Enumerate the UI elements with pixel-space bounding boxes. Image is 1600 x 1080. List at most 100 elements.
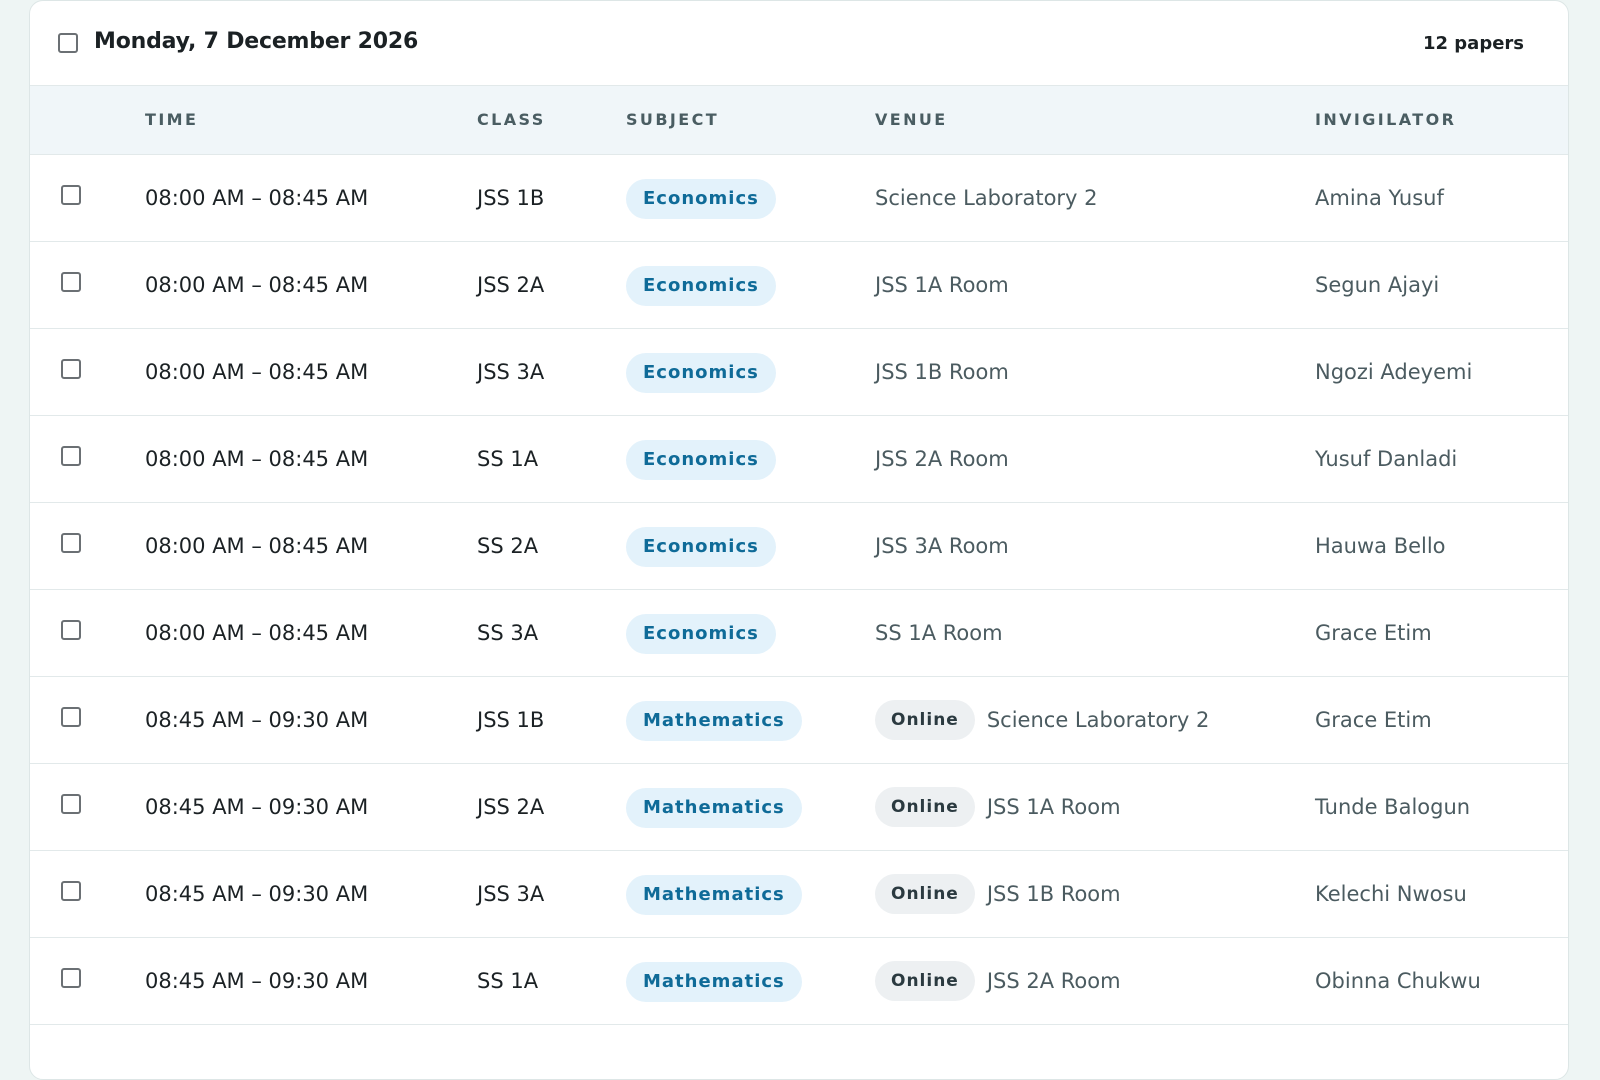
column-header-time[interactable]: TIME (145, 110, 198, 129)
row-venue: Online JSS 1B Room (875, 851, 1121, 937)
venue-name: JSS 1A Room (875, 273, 1009, 297)
row-invigilator: Amina Yusuf (1315, 186, 1444, 210)
row-time: 08:00 AM – 08:45 AM (145, 447, 369, 471)
row-class: JSS 2A (477, 795, 545, 819)
subject-badge: Mathematics (626, 701, 802, 741)
row-time: 08:00 AM – 08:45 AM (145, 360, 369, 384)
row-time: 08:00 AM – 08:45 AM (145, 621, 369, 645)
row-time: 08:00 AM – 08:45 AM (145, 534, 369, 558)
table-row[interactable]: 08:45 AM – 09:30 AM SS 1A Mathematics On… (30, 938, 1568, 1025)
venue-name: JSS 2A Room (986, 969, 1121, 993)
row-class: JSS 1B (477, 186, 545, 210)
table-row[interactable]: 08:00 AM – 08:45 AM JSS 1B Economics Sci… (30, 155, 1568, 242)
venue-name: Science Laboratory 2 (875, 186, 1098, 210)
day-title: Monday, 7 December 2026 (94, 29, 419, 54)
subject-badge: Economics (626, 614, 776, 654)
row-venue: SS 1A Room (875, 590, 1003, 676)
online-badge: Online (875, 787, 975, 827)
online-badge: Online (875, 700, 975, 740)
row-subject: Economics (626, 416, 776, 502)
column-header-venue[interactable]: VENUE (875, 110, 948, 129)
row-time: 08:45 AM – 09:30 AM (145, 708, 369, 732)
row-subject: Mathematics (626, 764, 802, 850)
table-row[interactable]: 08:00 AM – 08:45 AM JSS 2A Economics JSS… (30, 242, 1568, 329)
row-checkbox[interactable] (61, 968, 81, 988)
row-time: 08:00 AM – 08:45 AM (145, 186, 369, 210)
row-time: 08:45 AM – 09:30 AM (145, 969, 369, 993)
row-invigilator: Grace Etim (1315, 708, 1432, 732)
subject-badge: Economics (626, 440, 776, 480)
row-invigilator: Kelechi Nwosu (1315, 882, 1467, 906)
row-class: SS 3A (477, 621, 539, 645)
table-row[interactable]: 08:45 AM – 09:30 AM JSS 2A Mathematics O… (30, 764, 1568, 851)
row-invigilator: Obinna Chukwu (1315, 969, 1481, 993)
table-row[interactable]: 08:00 AM – 08:45 AM SS 1A Economics JSS … (30, 416, 1568, 503)
column-header-invigilator[interactable]: INVIGILATOR (1315, 110, 1456, 129)
venue-name: Science Laboratory 2 (986, 708, 1210, 732)
row-subject: Economics (626, 503, 776, 589)
row-venue: Online Science Laboratory 2 (875, 677, 1209, 763)
subject-badge: Economics (626, 266, 776, 306)
online-badge: Online (875, 961, 975, 1001)
row-class: JSS 3A (477, 882, 545, 906)
row-venue: Online JSS 2A Room (875, 938, 1121, 1024)
table-row[interactable]: 08:00 AM – 08:45 AM SS 3A Economics SS 1… (30, 590, 1568, 677)
row-checkbox[interactable] (61, 446, 81, 466)
row-checkbox[interactable] (61, 185, 81, 205)
row-venue: JSS 2A Room (875, 416, 1009, 502)
subject-badge: Mathematics (626, 875, 802, 915)
row-time: 08:45 AM – 09:30 AM (145, 882, 369, 906)
row-checkbox[interactable] (61, 620, 81, 640)
row-subject: Economics (626, 155, 776, 241)
row-checkbox[interactable] (61, 272, 81, 292)
row-venue: JSS 1B Room (875, 329, 1009, 415)
venue-name: JSS 3A Room (875, 534, 1009, 558)
row-checkbox[interactable] (61, 881, 81, 901)
table-row[interactable]: 08:00 AM – 08:45 AM SS 2A Economics JSS … (30, 503, 1568, 590)
day-header: Monday, 7 December 2026 12 papers (30, 1, 1568, 86)
subject-badge: Economics (626, 179, 776, 219)
row-venue: Online JSS 1A Room (875, 764, 1121, 850)
row-subject: Mathematics (626, 938, 802, 1024)
venue-name: JSS 1B Room (875, 360, 1009, 384)
row-subject: Economics (626, 329, 776, 415)
venue-name: SS 1A Room (875, 621, 1003, 645)
venue-name: JSS 2A Room (875, 447, 1009, 471)
venue-name: JSS 1A Room (986, 795, 1121, 819)
row-class: SS 2A (477, 534, 539, 558)
row-invigilator: Ngozi Adeyemi (1315, 360, 1473, 384)
select-day-checkbox[interactable] (58, 33, 78, 53)
table-row[interactable]: 08:45 AM – 09:30 AM JSS 1B Mathematics O… (30, 677, 1568, 764)
row-time: 08:45 AM – 09:30 AM (145, 795, 369, 819)
row-class: JSS 2A (477, 273, 545, 297)
table-row[interactable]: 08:45 AM – 09:30 AM JSS 3A Mathematics O… (30, 851, 1568, 938)
column-header-class[interactable]: CLASS (477, 110, 546, 129)
row-subject: Economics (626, 242, 776, 328)
row-invigilator: Grace Etim (1315, 621, 1432, 645)
row-class: JSS 3A (477, 360, 545, 384)
row-checkbox[interactable] (61, 533, 81, 553)
row-checkbox[interactable] (61, 794, 81, 814)
row-venue: Science Laboratory 2 (875, 155, 1098, 241)
row-venue: JSS 3A Room (875, 503, 1009, 589)
subject-badge: Mathematics (626, 962, 802, 1002)
row-class: SS 1A (477, 447, 539, 471)
row-invigilator: Yusuf Danladi (1315, 447, 1458, 471)
subject-badge: Economics (626, 353, 776, 393)
row-checkbox[interactable] (61, 707, 81, 727)
row-venue: JSS 1A Room (875, 242, 1009, 328)
table-row[interactable]: 08:00 AM – 08:45 AM JSS 3A Economics JSS… (30, 329, 1568, 416)
row-subject: Mathematics (626, 677, 802, 763)
subject-badge: Economics (626, 527, 776, 567)
venue-name: JSS 1B Room (986, 882, 1121, 906)
row-invigilator: Segun Ajayi (1315, 273, 1440, 297)
row-subject: Mathematics (626, 851, 802, 937)
exam-day-card: Monday, 7 December 2026 12 papers TIME C… (29, 0, 1569, 1080)
online-badge: Online (875, 874, 975, 914)
column-header-subject[interactable]: SUBJECT (626, 110, 719, 129)
table-header: TIME CLASS SUBJECT VENUE INVIGILATOR (30, 86, 1568, 155)
subject-badge: Mathematics (626, 788, 802, 828)
row-subject: Economics (626, 590, 776, 676)
row-checkbox[interactable] (61, 359, 81, 379)
row-time: 08:00 AM – 08:45 AM (145, 273, 369, 297)
